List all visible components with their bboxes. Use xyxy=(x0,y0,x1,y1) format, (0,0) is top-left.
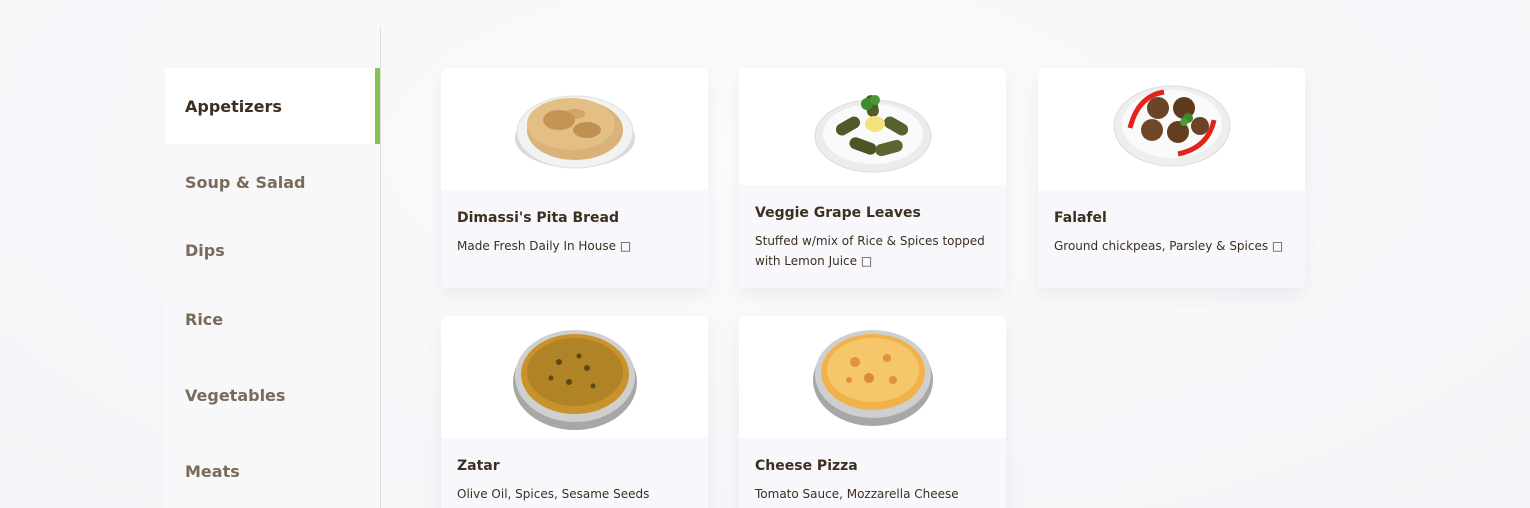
menu-item-description: Stuffed w/mix of Rice & Spices topped wi… xyxy=(755,234,985,268)
menu-item-name: Dimassi's Pita Bread xyxy=(457,210,620,226)
category-label: Appetizers xyxy=(185,96,282,116)
menu-item-card[interactable]: Dimassi's Pita Bread Made Fresh Daily In… xyxy=(441,68,708,288)
category-label: Soup & Salad xyxy=(185,172,306,192)
menu-item-card[interactable]: Zatar Olive Oil, Spices, Sesame Seeds xyxy=(441,316,708,508)
zatar-image xyxy=(441,316,708,438)
category-rice[interactable]: Rice xyxy=(165,295,380,343)
category-dips[interactable]: Dips xyxy=(165,226,380,274)
menu-item-description: Tomato Sauce, Mozzarella Cheese xyxy=(755,487,959,501)
grape-leaves-image xyxy=(739,68,1006,185)
sidebar-divider xyxy=(380,28,381,508)
menu-item-description: Olive Oil, Spices, Sesame Seeds xyxy=(457,487,650,501)
menu-item-description: Ground chickpeas, Parsley & Spices □ xyxy=(1054,239,1284,253)
menu-item-card[interactable]: Veggie Grape Leaves Stuffed w/mix of Ric… xyxy=(739,68,1006,288)
menu-item-description: Made Fresh Daily In House □ xyxy=(457,239,632,253)
category-meats[interactable]: Meats xyxy=(165,447,380,495)
category-vegetables[interactable]: Vegetables xyxy=(165,371,380,419)
category-label: Rice xyxy=(185,309,224,329)
category-sidebar: Appetizers Soup & Salad Dips Rice Vegeta… xyxy=(165,68,380,508)
category-label: Dips xyxy=(185,240,225,260)
pita-bread-image xyxy=(441,68,708,190)
falafel-image xyxy=(1038,68,1305,190)
menu-item-name: Zatar xyxy=(457,458,500,474)
menu-page: Appetizers Soup & Salad Dips Rice Vegeta… xyxy=(0,0,1530,508)
category-label: Meats xyxy=(185,461,240,481)
menu-item-card[interactable]: Cheese Pizza Tomato Sauce, Mozzarella Ch… xyxy=(739,316,1006,508)
category-soup-salad[interactable]: Soup & Salad xyxy=(165,158,380,206)
menu-item-name: Falafel xyxy=(1054,210,1107,226)
category-label: Vegetables xyxy=(185,385,286,405)
menu-item-name: Veggie Grape Leaves xyxy=(755,205,921,221)
menu-item-name: Cheese Pizza xyxy=(755,458,858,474)
category-appetizers[interactable]: Appetizers xyxy=(165,68,380,144)
menu-item-card[interactable]: Falafel Ground chickpeas, Parsley & Spic… xyxy=(1038,68,1305,288)
cheese-pizza-image xyxy=(739,316,1006,438)
